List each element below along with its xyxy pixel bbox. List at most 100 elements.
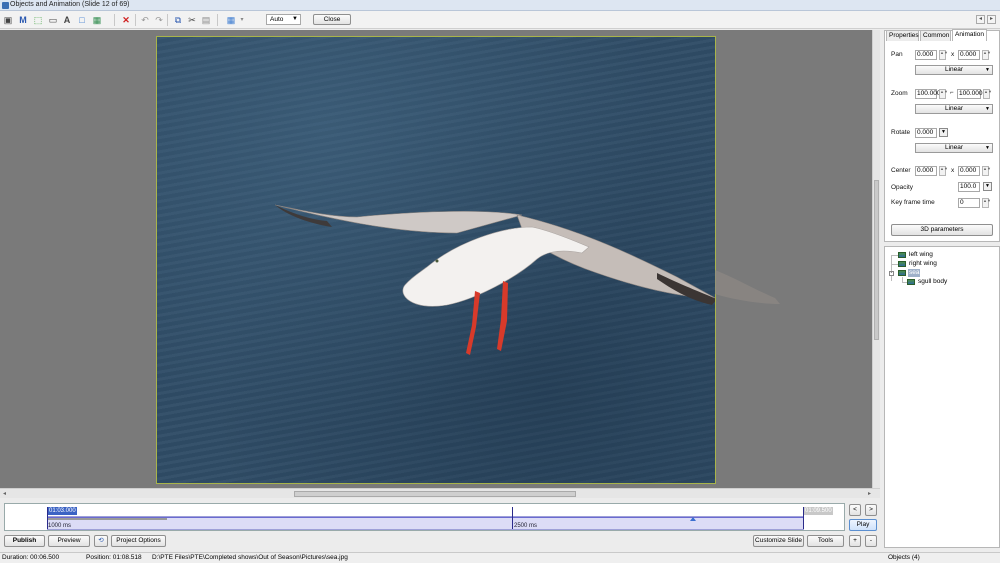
center-x-spinner[interactable]: ▲▼ (939, 166, 948, 176)
frame-icon[interactable]: ⬚ (33, 15, 43, 25)
zoom-x-input[interactable]: 100.000 (915, 89, 941, 99)
tree-line (891, 255, 898, 256)
tree-item-right-wing[interactable]: right wing (909, 260, 937, 268)
keyframe-marker[interactable] (512, 507, 513, 529)
chevron-down-icon: ▼ (292, 16, 298, 22)
timeline[interactable]: 01:03.000 01:09.500 1000 ms 2500 ms (4, 503, 845, 531)
pan-label: Pan (891, 51, 903, 58)
pan-mode-dropdown[interactable]: Linear ▼ (915, 65, 993, 75)
horizontal-scrollbar[interactable]: ◂ ▸ (0, 488, 880, 498)
expand-collapse-icon[interactable]: - (889, 271, 894, 276)
redo-icon[interactable]: ↷ (154, 15, 164, 25)
pan-x-input[interactable]: 0.000 (915, 50, 937, 60)
grid-icon[interactable]: ▦ (226, 15, 236, 25)
keyframe-time-spinner[interactable]: ▲▼ (982, 198, 991, 208)
pan-x-spinner[interactable]: ▲▼ (939, 50, 948, 60)
zoom-mode-value: Linear (944, 105, 964, 112)
slide-canvas[interactable] (0, 30, 872, 488)
zoom-y-input[interactable]: 100.000 (957, 89, 983, 99)
3d-parameters-button[interactable]: 3D parameters (891, 224, 993, 236)
opacity-input[interactable]: 100.0 (958, 182, 980, 192)
center-y-input[interactable]: 0.000 (958, 166, 980, 176)
tree-item-sgull-body[interactable]: sgull body (918, 278, 947, 286)
zoom-y-spinner[interactable]: ▲▼ (983, 89, 992, 99)
zoom-label: Zoom (891, 90, 908, 97)
tree-line (891, 264, 898, 265)
play-button[interactable]: Play (849, 519, 877, 531)
zoom-select[interactable]: Auto ▼ (266, 14, 301, 25)
pan-mode-value: Linear (944, 66, 964, 73)
objects-count-status: Objects (4) (888, 554, 920, 561)
add-keyframe-button[interactable]: + (849, 535, 861, 547)
center-y-spinner[interactable]: ▲▼ (982, 166, 991, 176)
close-button[interactable]: Close (313, 14, 351, 25)
picture-icon[interactable]: ▦ (92, 15, 102, 25)
scroll-right-arrow-icon[interactable]: ▸ (868, 490, 871, 497)
window-title: Objects and Animation (Slide 12 of 69) (10, 1, 130, 8)
rotate-dropdown-icon[interactable]: ▼ (939, 128, 948, 137)
publish-button[interactable]: Publish (4, 535, 45, 547)
vertical-scrollbar[interactable] (872, 30, 880, 488)
cut-icon[interactable]: ✂ (187, 15, 197, 25)
image-frame-icon[interactable]: ▭ (48, 15, 58, 25)
camera-icon[interactable]: ▣ (3, 15, 13, 25)
seagull-leg (466, 291, 480, 355)
loop-icon[interactable]: ⟲ (94, 535, 108, 547)
anchor-point[interactable] (435, 259, 439, 263)
rotate-input[interactable]: 0.000 (915, 128, 937, 138)
tree-item-left-wing[interactable]: left wing (909, 251, 933, 259)
image-object-icon (898, 252, 906, 258)
delete-icon[interactable]: ✕ (121, 15, 131, 25)
toolbar-separator (167, 14, 168, 26)
next-keyframe-button[interactable]: > (865, 504, 877, 516)
paste-icon[interactable]: ▤ (201, 15, 211, 25)
tab-common[interactable]: Common (920, 30, 951, 41)
tab-properties[interactable]: Properties (886, 30, 919, 41)
sea-image[interactable] (156, 36, 716, 484)
keyframe-marker[interactable] (803, 507, 804, 529)
tree-line (891, 255, 892, 281)
copy-icon[interactable]: ⧉ (173, 15, 183, 25)
panel-left-arrow-icon[interactable]: ◂ (976, 15, 985, 24)
timeline-end-time[interactable]: 01:09.500 (804, 507, 833, 515)
keyframe-label: 1000 ms (48, 523, 72, 529)
zoom-link-icon[interactable]: ⌐ (950, 90, 954, 96)
image-object-icon (898, 261, 906, 267)
opacity-dropdown-icon[interactable]: ▼ (983, 182, 992, 191)
text-a-icon[interactable]: A (62, 15, 72, 25)
keyframe-label: 2500 ms (514, 523, 538, 529)
scroll-left-arrow-icon[interactable]: ◂ (3, 490, 6, 497)
timeline-start-time[interactable]: 01:03.000 (48, 507, 77, 515)
playhead-icon[interactable] (690, 517, 696, 521)
prev-keyframe-button[interactable]: < (849, 504, 861, 516)
chevron-down-icon: ▼ (985, 145, 990, 151)
text-m-icon[interactable]: M (18, 15, 28, 25)
chevron-down-icon[interactable]: ▾ (237, 15, 247, 25)
preview-button[interactable]: Preview (48, 535, 90, 547)
undo-icon[interactable]: ↶ (140, 15, 150, 25)
seagull-body[interactable] (402, 226, 590, 307)
keyframe-time-input[interactable]: 0 (958, 198, 980, 208)
pan-y-input[interactable]: 0.000 (958, 50, 980, 60)
tab-animation[interactable]: Animation (952, 29, 987, 41)
remove-keyframe-button[interactable]: - (865, 535, 877, 547)
scroll-thumb[interactable] (294, 491, 576, 497)
center-x-input[interactable]: 0.000 (915, 166, 937, 176)
panel-right-arrow-icon[interactable]: ▸ (987, 15, 996, 24)
toolbar-separator (114, 14, 115, 26)
project-options-button[interactable]: Project Options (111, 535, 166, 547)
tree-item-sea[interactable]: sea (908, 269, 921, 277)
seagull-leg (497, 281, 508, 351)
pan-y-spinner[interactable]: ▲▼ (982, 50, 991, 60)
seagull-illustration (274, 204, 715, 355)
file-path-status: D:\PTE Files\PTE\Completed shows\Out of … (152, 554, 348, 561)
scroll-thumb[interactable] (874, 180, 879, 340)
customize-slide-button[interactable]: Customize Slide (753, 535, 804, 547)
zoom-x-spinner[interactable]: ▲▼ (939, 89, 948, 99)
rotate-mode-dropdown[interactable]: Linear ▼ (915, 143, 993, 153)
rectangle-icon[interactable]: □ (77, 15, 87, 25)
toolbar: ▣ M ⬚ ▭ A □ ▦ ✕ ↶ ↷ ⧉ ✂ ▤ ▦ ▾ Auto ▼ Clo… (0, 11, 1000, 29)
zoom-mode-dropdown[interactable]: Linear ▼ (915, 104, 993, 114)
rotate-label: Rotate (891, 129, 911, 136)
tools-button[interactable]: Tools (807, 535, 844, 547)
